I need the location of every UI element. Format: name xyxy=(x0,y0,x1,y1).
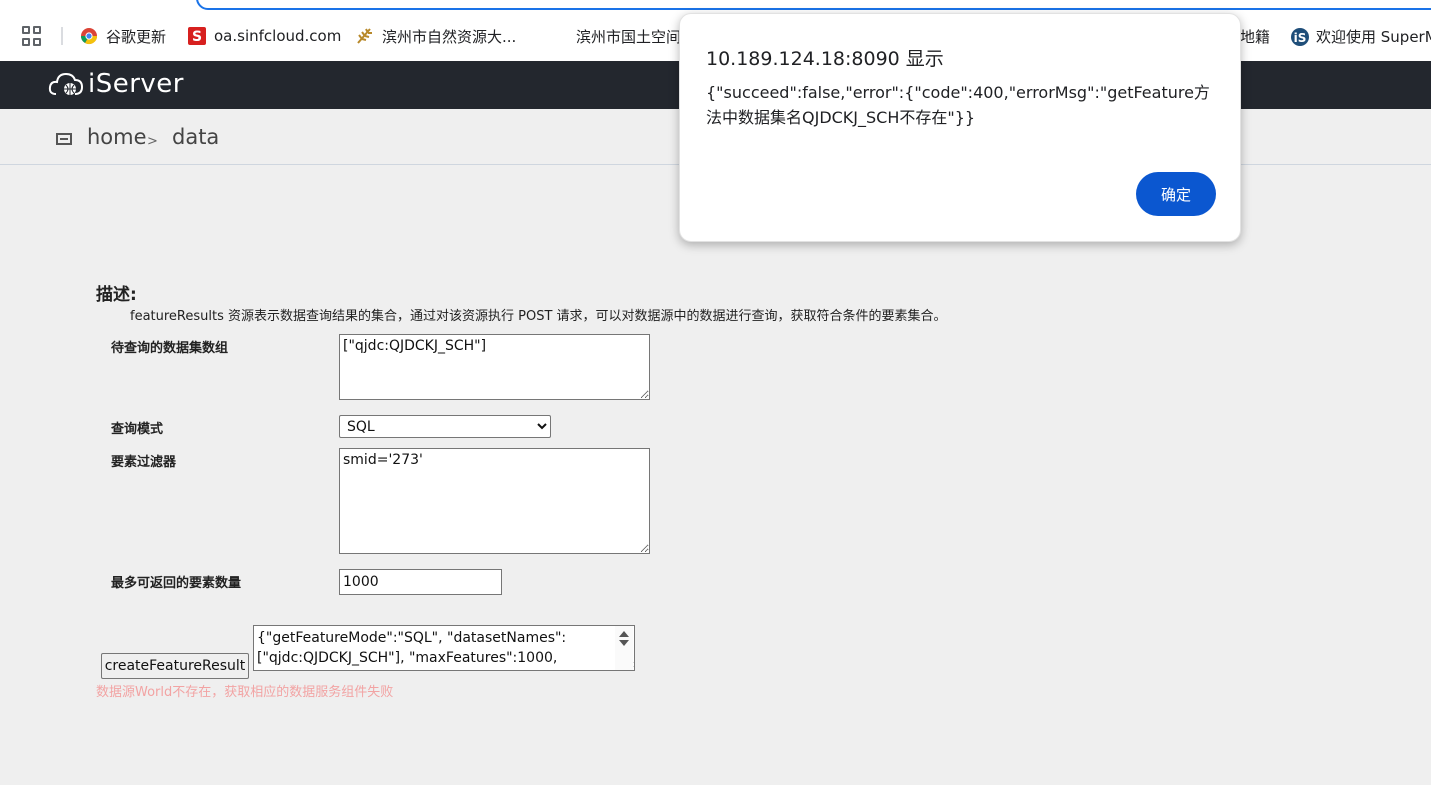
bookmark-separator xyxy=(61,27,63,45)
request-body-scrollbar[interactable] xyxy=(615,626,633,670)
breadcrumb-current: data xyxy=(172,125,220,149)
bookmark-label: 谷歌更新 xyxy=(106,27,167,46)
bookmark-label: 滨州市自然资源大... xyxy=(382,27,517,46)
bookmark-label: 欢迎使用 SuperM xyxy=(1316,27,1431,46)
scroll-down-icon[interactable] xyxy=(619,640,629,646)
chrome-icon xyxy=(80,27,98,45)
query-mode-label: 查询模式 xyxy=(111,422,164,437)
scroll-up-icon[interactable] xyxy=(619,631,629,637)
attribute-filter-label: 要素过滤器 xyxy=(111,455,177,470)
sinfcloud-icon: S xyxy=(188,27,206,45)
bookmark-binzhou-land[interactable]: 滨州市国土空间 xyxy=(576,24,681,48)
bookmark-label: 滨州市国土空间 xyxy=(576,27,682,46)
address-bar[interactable] xyxy=(196,0,1431,10)
create-feature-result-button[interactable]: createFeatureResult xyxy=(101,653,249,679)
max-features-input[interactable] xyxy=(339,569,502,595)
logo-text: iServer xyxy=(88,69,184,99)
svg-text:iS: iS xyxy=(1294,31,1307,45)
error-message: 数据源World不存在，获取相应的数据服务组件失败 xyxy=(96,685,394,700)
wheat-icon xyxy=(356,27,374,45)
dataset-names-label: 待查询的数据集数组 xyxy=(111,341,229,356)
description-text: featureResults 资源表示数据查询结果的集合，通过对该资源执行 PO… xyxy=(130,309,947,324)
max-features-label: 最多可返回的要素数量 xyxy=(111,576,242,591)
bookmark-label: 地籍 xyxy=(1240,27,1271,46)
bookmark-google-update[interactable]: 谷歌更新 xyxy=(80,24,166,48)
description-title: 描述: xyxy=(96,285,137,305)
bookmark-supermap[interactable]: iS 欢迎使用 SuperM xyxy=(1290,24,1431,48)
attribute-filter-input[interactable]: smid='273' xyxy=(339,448,650,554)
server-icon xyxy=(56,133,72,145)
dialog-title: 10.189.124.18:8090 显示 xyxy=(706,48,944,70)
bookmark-cadastre[interactable]: 地籍 xyxy=(1240,24,1270,48)
apps-grid-icon[interactable] xyxy=(22,26,42,46)
alert-dialog: 10.189.124.18:8090 显示 {"succeed":false,"… xyxy=(679,13,1241,242)
breadcrumb-home-link[interactable]: home xyxy=(87,125,147,149)
dataset-names-input[interactable]: ["qjdc:QJDCKJ_SCH"] xyxy=(339,334,650,400)
dialog-ok-button[interactable]: 确定 xyxy=(1136,172,1216,216)
dialog-message: {"succeed":false,"error":{"code":400,"er… xyxy=(706,83,1210,127)
cloud-globe-icon xyxy=(48,72,84,95)
bookmark-binzhou-nature[interactable]: 滨州市自然资源大... xyxy=(356,24,516,48)
svg-text:S: S xyxy=(192,29,202,45)
bookmark-label: oa.sinfcloud.com xyxy=(214,27,342,45)
query-mode-select[interactable]: SQL xyxy=(339,415,551,438)
supermap-icon: iS xyxy=(1290,27,1309,46)
request-body-textarea[interactable]: {"getFeatureMode":"SQL", "datasetNames":… xyxy=(253,625,635,671)
bookmark-sinfcloud[interactable]: S oa.sinfcloud.com xyxy=(188,24,341,48)
iserver-logo[interactable]: iServer xyxy=(48,69,184,99)
breadcrumb-separator: > xyxy=(147,134,158,149)
